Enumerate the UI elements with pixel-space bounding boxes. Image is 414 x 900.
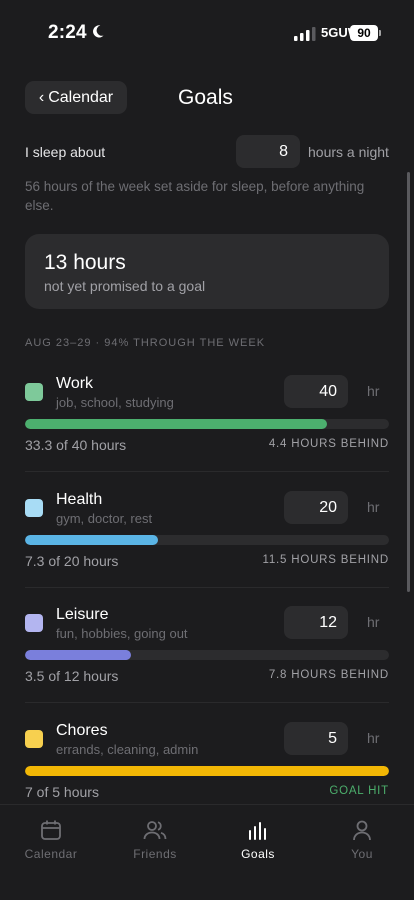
goal-status: 11.5 HOURS BEHIND: [262, 554, 389, 566]
bar-chart-icon: [249, 822, 266, 840]
goal-progress-text: 3.5 of 12 hours: [25, 668, 119, 684]
goal-subtitle: gym, doctor, rest: [56, 511, 153, 526]
status-time: 2:24: [48, 22, 87, 43]
divider: [25, 587, 389, 588]
divider: [25, 702, 389, 703]
scrollbar[interactable]: [407, 172, 410, 592]
tab-you[interactable]: You: [317, 819, 407, 861]
goal-unit: hr: [367, 730, 380, 746]
goal-hours-input[interactable]: 40: [284, 375, 348, 408]
goal-color-swatch[interactable]: [25, 499, 43, 517]
goal-status: 7.8 HOURS BEHIND: [268, 669, 389, 681]
back-button[interactable]: ‹ Calendar: [25, 81, 127, 114]
goal-name: Health: [56, 491, 103, 508]
battery-icon: 90: [350, 25, 378, 41]
week-label: AUG 23–29 · 94% THROUGH THE WEEK: [25, 337, 266, 349]
unallocated-hours: 13 hours: [44, 251, 126, 274]
goal-color-swatch[interactable]: [25, 730, 43, 748]
goal-status: 4.4 HOURS BEHIND: [268, 438, 389, 450]
goal-subtitle: fun, hobbies, going out: [56, 626, 188, 641]
goal-unit: hr: [367, 499, 380, 515]
sleep-label: I sleep about: [25, 144, 106, 160]
goal-hours-input[interactable]: 12: [284, 606, 348, 639]
goal-unit: hr: [367, 383, 380, 399]
tab-label: Friends: [133, 847, 177, 861]
goal-name: Chores: [56, 722, 108, 739]
page-title: Goals: [178, 86, 233, 109]
unallocated-note: not yet promised to a goal: [44, 278, 206, 294]
goal-leisure: Leisure fun, hobbies, going out 12 hr 3.…: [25, 606, 389, 716]
tab-calendar[interactable]: Calendar: [6, 819, 96, 861]
tab-friends[interactable]: Friends: [110, 819, 200, 861]
chevron-left-icon: ‹: [38, 88, 45, 106]
sleep-hours-input[interactable]: 8: [236, 135, 300, 168]
goal-progress-track: [25, 419, 389, 429]
goal-progress-track: [25, 650, 389, 660]
goal-unit: hr: [367, 614, 380, 630]
goal-hours-input[interactable]: 5: [284, 722, 348, 755]
goal-progress-track: [25, 766, 389, 776]
calendar-icon: [41, 820, 61, 840]
goal-hours-input[interactable]: 20: [284, 491, 348, 524]
goal-progress-fill: [25, 650, 131, 660]
goal-work: Work job, school, studying 40 hr 33.3 of…: [25, 375, 389, 485]
unallocated-card: 13 hours not yet promised to a goal: [25, 234, 389, 309]
goal-color-swatch[interactable]: [25, 383, 43, 401]
tab-label: Calendar: [24, 847, 78, 861]
goal-progress-text: 7.3 of 20 hours: [25, 553, 119, 569]
goal-progress-track: [25, 535, 389, 545]
goal-status: GOAL HIT: [329, 785, 389, 797]
sleep-note: 56 hours of the week set aside for sleep…: [25, 179, 365, 213]
goal-progress-fill: [25, 535, 158, 545]
tab-goals[interactable]: Goals: [213, 819, 303, 861]
friends-icon: [143, 821, 167, 840]
goal-progress-text: 33.3 of 40 hours: [25, 437, 127, 453]
battery-tip: [379, 30, 381, 36]
goal-progress-text: 7 of 5 hours: [25, 784, 99, 800]
tab-bar: Calendar Friends Goals You: [0, 804, 414, 900]
tab-label: You: [351, 847, 373, 861]
goal-progress-fill: [25, 419, 328, 429]
divider: [25, 471, 389, 472]
tab-label: Goals: [241, 847, 275, 861]
person-icon: [353, 820, 371, 841]
signal-icon: [294, 27, 316, 41]
goal-subtitle: errands, cleaning, admin: [56, 742, 199, 757]
sleep-unit: hours a night: [308, 144, 389, 160]
goal-health: Health gym, doctor, rest 20 hr 7.3 of 20…: [25, 491, 389, 601]
goal-name: Work: [56, 375, 94, 392]
moon-icon: [93, 25, 104, 38]
goal-color-swatch[interactable]: [25, 614, 43, 632]
back-button-label: Calendar: [48, 88, 114, 106]
goal-progress-fill: [25, 766, 389, 776]
goal-name: Leisure: [56, 606, 109, 623]
status-bar: 2:24 5GUW 90: [0, 0, 414, 60]
goal-subtitle: job, school, studying: [56, 395, 174, 410]
